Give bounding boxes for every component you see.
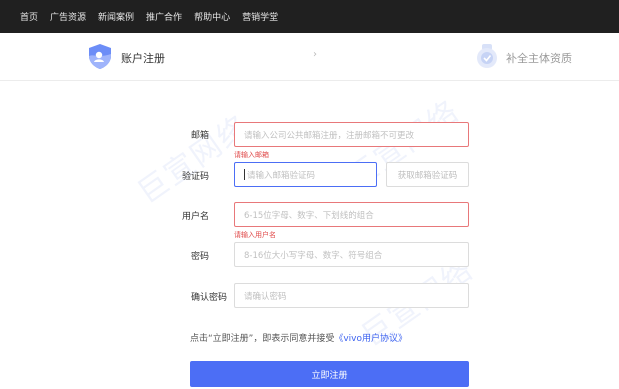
confirm-password-field[interactable]: 请确认密码 [234, 283, 469, 308]
email-field[interactable]: 请输入公司公共邮箱注册，注册邮箱不可更改 [234, 122, 469, 147]
verification-code-field[interactable]: 请输入邮箱验证码 [234, 162, 377, 187]
username-field[interactable]: 6-15位字母、数字、下划线的组合 [234, 202, 469, 227]
nav-item-help-center[interactable]: 帮助中心 [194, 10, 230, 23]
verification-code-label: 验证码 [181, 172, 209, 182]
agreement-text: 点击“立即注册”，即表示同意并接受《vivo用户协议》 [190, 331, 407, 344]
step-arrow-icon: › [313, 49, 317, 60]
nav-item-home[interactable]: 首页 [20, 10, 38, 23]
text-cursor [244, 169, 245, 180]
user-agreement-link[interactable]: 《vivo用户协议》 [334, 334, 407, 344]
step-complete-qualification: 补全主体资质 [474, 42, 572, 74]
email-placeholder: 请输入公司公共邮箱注册，注册邮箱不可更改 [244, 130, 415, 141]
step2-label: 补全主体资质 [506, 52, 572, 65]
registration-steps: 账户注册 › 补全主体资质 [0, 33, 619, 81]
step-account-registration: 账户注册 [86, 42, 165, 74]
confirm-password-placeholder: 请确认密码 [244, 291, 287, 302]
password-field[interactable]: 8-16位大小写字母、数字、符号组合 [234, 242, 469, 267]
username-placeholder: 6-15位字母、数字、下划线的组合 [244, 210, 374, 221]
password-label: 密码 [190, 252, 209, 262]
nav-item-marketing-school[interactable]: 营销学堂 [242, 10, 278, 23]
register-now-button[interactable]: 立即注册 [190, 361, 469, 387]
get-email-code-button[interactable]: 获取邮箱验证码 [386, 162, 469, 187]
username-error-message: 请输入用户名 [234, 231, 276, 239]
nav-item-news-cases[interactable]: 新闻案例 [98, 10, 134, 23]
email-error-message: 请输入邮箱 [234, 151, 269, 159]
confirm-password-label: 确认密码 [190, 293, 227, 303]
agreement-prefix: 点击“立即注册”，即表示同意并接受 [190, 334, 335, 344]
nav-item-promotion[interactable]: 推广合作 [146, 10, 182, 23]
username-label: 用户名 [181, 212, 209, 222]
qualification-step-icon [474, 42, 500, 74]
nav-item-ad-resources[interactable]: 广告资源 [50, 10, 86, 23]
top-navigation-bar: 首页 广告资源 新闻案例 推广合作 帮助中心 营销学堂 [0, 0, 619, 33]
password-placeholder: 8-16位大小写字母、数字、符号组合 [244, 250, 383, 261]
step1-label: 账户注册 [121, 52, 165, 65]
account-step-icon [86, 42, 114, 74]
email-label: 邮箱 [190, 131, 209, 141]
verification-code-placeholder: 请输入邮箱验证码 [247, 170, 316, 181]
